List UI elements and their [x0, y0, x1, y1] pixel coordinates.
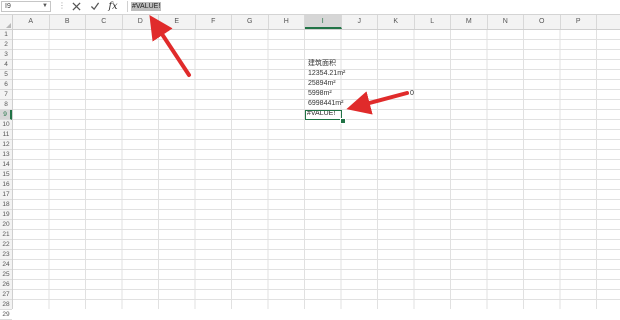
row-header-9[interactable]: 9: [0, 110, 12, 120]
row-header-3[interactable]: 3: [0, 50, 12, 60]
check-icon: [90, 2, 100, 11]
formula-bar-divider: [127, 1, 128, 12]
row-header-26[interactable]: 26: [0, 280, 12, 290]
column-header-row: ABCDEFGHIJKLMNOP: [0, 15, 620, 30]
close-icon: [71, 2, 81, 11]
column-header-g[interactable]: G: [232, 15, 269, 29]
function-icon: fx: [108, 1, 118, 12]
row-header-5[interactable]: 5: [0, 70, 12, 80]
row-header-7[interactable]: 7: [0, 90, 12, 100]
row-header-25[interactable]: 25: [0, 270, 12, 280]
column-header-b[interactable]: B: [50, 15, 86, 29]
cell-I6[interactable]: 25894m²: [308, 79, 336, 89]
name-box[interactable]: I9 ▼: [1, 1, 51, 12]
column-header-o[interactable]: O: [524, 15, 561, 29]
column-header-p[interactable]: P: [561, 15, 597, 29]
row-header-14[interactable]: 14: [0, 160, 12, 170]
column-header-m[interactable]: M: [451, 15, 488, 29]
row-header-16[interactable]: 16: [0, 180, 12, 190]
cell-I7[interactable]: 5998m²: [308, 89, 332, 99]
cell-I5[interactable]: 12354.21m²: [308, 69, 345, 79]
row-header-27[interactable]: 27: [0, 290, 12, 300]
column-header-c[interactable]: C: [86, 15, 123, 29]
chevron-down-icon[interactable]: ▼: [42, 2, 48, 11]
row-header-6[interactable]: 6: [0, 80, 12, 90]
row-header-10[interactable]: 10: [0, 120, 12, 130]
column-header-k[interactable]: K: [378, 15, 415, 29]
row-header-22[interactable]: 22: [0, 240, 12, 250]
row-header-2[interactable]: 2: [0, 40, 12, 50]
enter-button[interactable]: [89, 0, 101, 13]
row-header-15[interactable]: 15: [0, 170, 12, 180]
column-header-e[interactable]: E: [159, 15, 196, 29]
selected-cell-border: [305, 110, 342, 120]
column-header-i[interactable]: I: [305, 15, 342, 29]
cell-I8[interactable]: 6998441m²: [308, 99, 343, 109]
cell-I4[interactable]: 建筑面积: [308, 59, 336, 69]
formula-bar: I9 ▼ ⋮ fx #VALUE!: [0, 0, 620, 15]
row-header-12[interactable]: 12: [0, 140, 12, 150]
column-header-j[interactable]: J: [342, 15, 378, 29]
row-header-20[interactable]: 20: [0, 220, 12, 230]
row-header-29[interactable]: 29: [0, 310, 12, 320]
row-header-23[interactable]: 23: [0, 250, 12, 260]
row-header-column: 1 2 3 4 5 6 7 8 9 10 11 12 13 14 15 16 17 18 19 20 21 22 23 24 2…: [0, 30, 13, 320]
fill-handle[interactable]: [340, 118, 346, 124]
cell-K7[interactable]: 0: [410, 89, 414, 99]
column-header-h[interactable]: H: [269, 15, 305, 29]
row-header-17[interactable]: 17: [0, 190, 12, 200]
cancel-button[interactable]: [70, 0, 82, 13]
more-dots-icon: ⋮: [58, 1, 66, 10]
row-header-13[interactable]: 13: [0, 150, 12, 160]
column-header-n[interactable]: N: [488, 15, 524, 29]
row-header-19[interactable]: 19: [0, 210, 12, 220]
column-header-a[interactable]: A: [13, 15, 50, 29]
formula-input[interactable]: #VALUE!: [131, 2, 162, 11]
row-header-1[interactable]: 1: [0, 30, 12, 40]
row-header-21[interactable]: 21: [0, 230, 12, 240]
column-header-d[interactable]: D: [123, 15, 159, 29]
row-header-4[interactable]: 4: [0, 60, 12, 70]
row-header-8[interactable]: 8: [0, 100, 12, 110]
row-header-11[interactable]: 11: [0, 130, 12, 140]
row-header-24[interactable]: 24: [0, 260, 12, 270]
column-header-f[interactable]: F: [196, 15, 232, 29]
row-header-18[interactable]: 18: [0, 200, 12, 210]
name-box-value: I9: [5, 3, 11, 10]
select-all-button[interactable]: [0, 15, 13, 29]
insert-function-button[interactable]: fx: [107, 0, 119, 13]
column-header-l[interactable]: L: [415, 15, 451, 29]
